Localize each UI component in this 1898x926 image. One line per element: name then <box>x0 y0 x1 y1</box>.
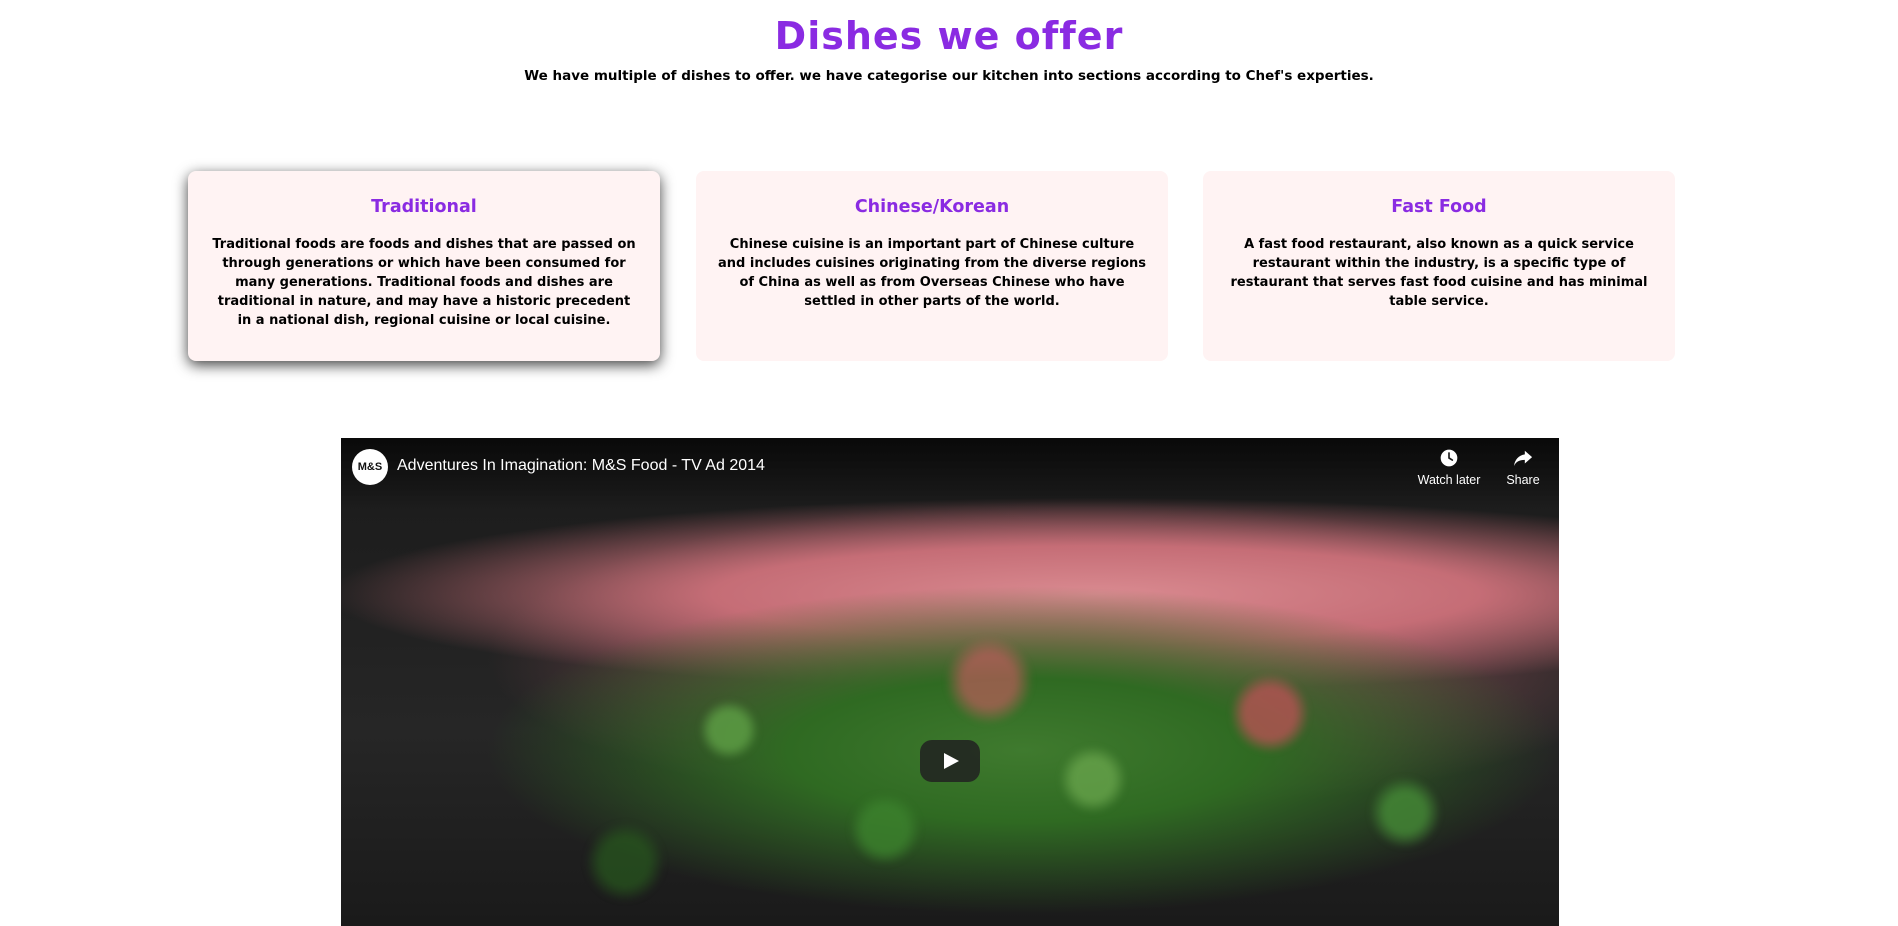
dish-card-traditional[interactable]: Traditional Traditional foods are foods … <box>188 171 660 361</box>
share-button[interactable]: Share <box>1498 448 1548 487</box>
watch-later-button[interactable]: Watch later <box>1414 448 1484 487</box>
video-frame-image <box>521 598 1559 926</box>
share-icon <box>1498 448 1548 468</box>
clock-icon <box>1414 448 1484 468</box>
watch-later-label: Watch later <box>1417 473 1481 487</box>
play-button[interactable] <box>920 740 980 782</box>
card-title: Traditional <box>371 197 477 217</box>
card-title: Chinese/Korean <box>854 197 1010 217</box>
dish-card-fast-food[interactable]: Fast Food A fast food restaurant, also k… <box>1203 171 1675 361</box>
card-description: A fast food restaurant, also known as a … <box>1230 237 1648 309</box>
page-subtitle: We have multiple of dishes to offer. we … <box>524 68 1374 84</box>
card-description: Traditional foods are foods and dishes t… <box>212 237 636 328</box>
video-title-link[interactable]: Adventures In Imagination: M&S Food - TV… <box>397 457 765 475</box>
share-label: Share <box>1506 473 1540 487</box>
card-description: Chinese cuisine is an important part of … <box>718 237 1147 309</box>
channel-avatar[interactable]: M&S <box>352 449 388 485</box>
card-title: Fast Food <box>1391 197 1487 217</box>
dish-card-chinese-korean[interactable]: Chinese/Korean Chinese cuisine is an imp… <box>696 171 1168 361</box>
video-player[interactable]: M&S Adventures In Imagination: M&S Food … <box>341 438 1559 926</box>
page-title: Dishes we offer <box>774 14 1124 58</box>
